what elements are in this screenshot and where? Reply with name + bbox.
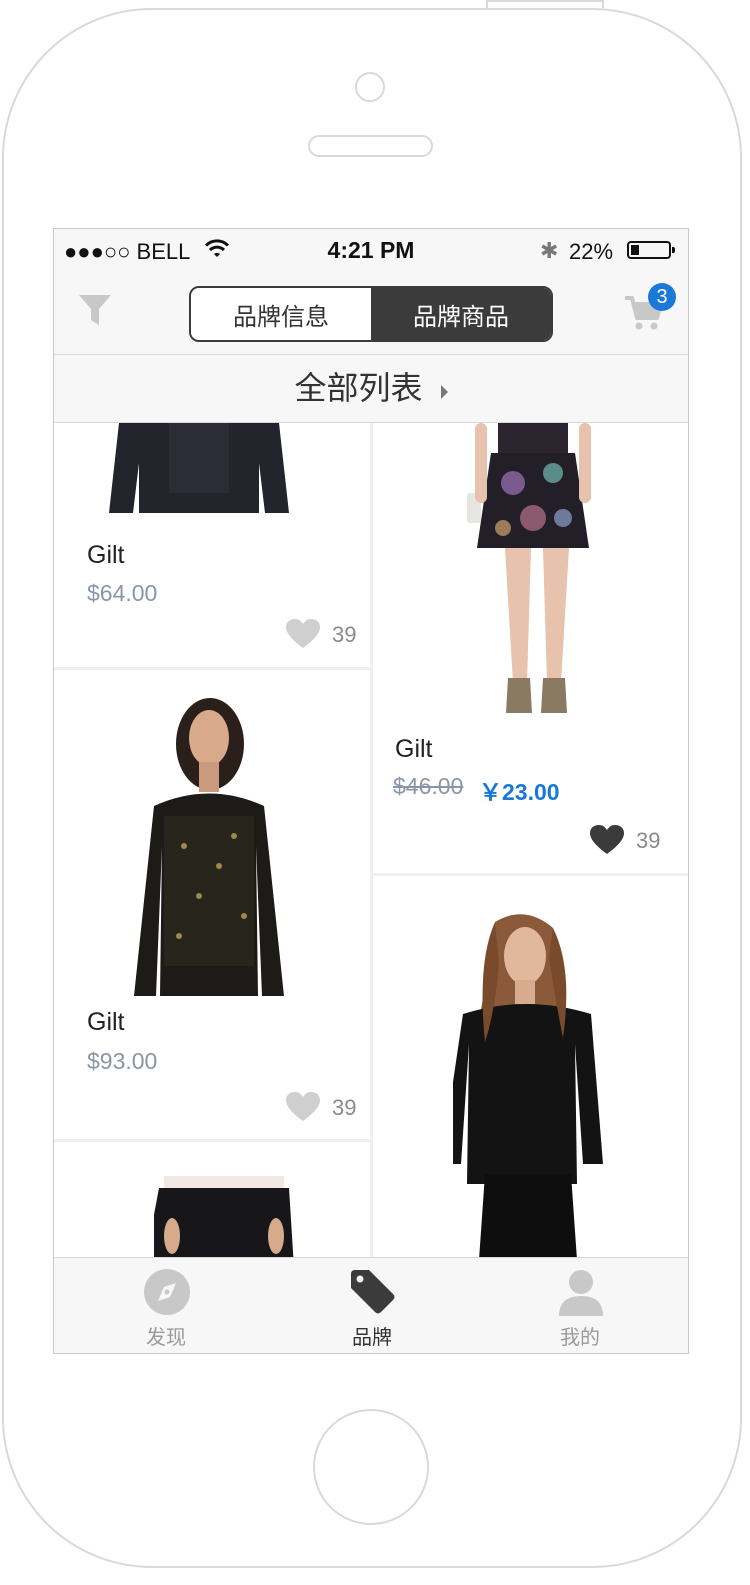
compass-icon bbox=[144, 1269, 190, 1315]
phone-side-button bbox=[486, 0, 604, 8]
product-image-jacket bbox=[109, 423, 289, 513]
product-card[interactable] bbox=[373, 876, 688, 1257]
product-image-black-top bbox=[453, 914, 603, 1257]
product-brand: Gilt bbox=[87, 1008, 125, 1036]
tab-label-brand: 品牌 bbox=[352, 1325, 392, 1349]
product-brand: Gilt bbox=[87, 541, 125, 569]
product-price: $93.00 bbox=[87, 1048, 158, 1074]
tab-label-mine: 我的 bbox=[560, 1325, 600, 1349]
battery-icon bbox=[627, 241, 675, 259]
like-count: 39 bbox=[636, 828, 661, 853]
tab-bar: 发现 品牌 我的 bbox=[54, 1257, 688, 1353]
bluetooth-icon: ✱ bbox=[540, 238, 559, 263]
product-image-dress bbox=[467, 423, 591, 713]
tab-brand[interactable]: 品牌 bbox=[266, 1258, 478, 1353]
filter-icon[interactable] bbox=[78, 293, 112, 329]
phone-camera bbox=[355, 72, 385, 102]
app-screen: ●●●○○ BELL 4:21 PM ✱ 22% 品牌信息 品牌商品 3 全部列… bbox=[53, 228, 689, 1354]
tab-label-discover: 发现 bbox=[146, 1325, 186, 1349]
product-card[interactable]: Gilt $64.00 39 bbox=[54, 423, 370, 667]
product-card[interactable]: Gilt $46.00 ￥23.00 39 bbox=[373, 423, 688, 873]
status-bar: ●●●○○ BELL 4:21 PM ✱ 22% bbox=[54, 229, 688, 273]
phone-speaker bbox=[308, 135, 433, 157]
product-sale-price: ￥23.00 bbox=[479, 779, 560, 805]
product-price: $64.00 bbox=[87, 580, 158, 606]
segment-brand-products[interactable]: 品牌商品 bbox=[371, 288, 551, 340]
home-button[interactable] bbox=[313, 1409, 429, 1525]
battery-percent: 22% bbox=[569, 239, 614, 264]
segmented-control: 品牌信息 品牌商品 bbox=[189, 286, 553, 342]
product-brand: Gilt bbox=[395, 735, 433, 763]
product-card[interactable]: Gilt $93.00 39 bbox=[54, 670, 370, 1139]
heart-icon[interactable] bbox=[286, 619, 320, 649]
tag-icon bbox=[351, 1270, 395, 1314]
like-count: 39 bbox=[332, 1095, 357, 1120]
heart-icon[interactable] bbox=[286, 1092, 320, 1122]
cart-badge: 3 bbox=[648, 283, 676, 311]
person-icon bbox=[559, 1270, 603, 1316]
product-grid[interactable]: Gilt $64.00 39 Gilt $93.00 39 Gilt $46.0… bbox=[54, 423, 688, 1257]
heart-icon[interactable] bbox=[590, 825, 624, 855]
nav-bar: 品牌信息 品牌商品 3 bbox=[54, 273, 688, 355]
product-card[interactable] bbox=[54, 1142, 370, 1257]
caret-right-icon bbox=[440, 384, 448, 399]
product-original-price: $46.00 bbox=[393, 773, 464, 799]
product-image-sweater bbox=[134, 698, 284, 996]
tab-mine[interactable]: 我的 bbox=[474, 1258, 686, 1353]
segment-brand-info[interactable]: 品牌信息 bbox=[191, 288, 371, 340]
like-count: 39 bbox=[332, 622, 357, 647]
tab-discover[interactable]: 发现 bbox=[60, 1258, 272, 1353]
list-title: 全部列表 bbox=[294, 369, 423, 407]
list-header[interactable]: 全部列表 bbox=[54, 355, 688, 423]
product-image-pants bbox=[154, 1176, 294, 1257]
battery-level bbox=[631, 245, 639, 255]
